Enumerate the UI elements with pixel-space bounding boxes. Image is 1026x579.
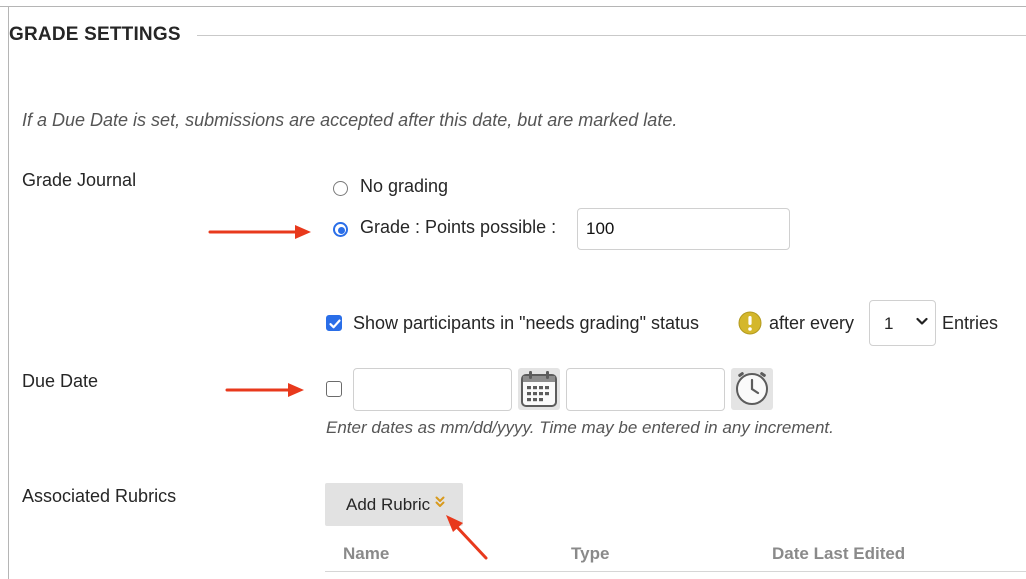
frame-top-border — [0, 6, 1026, 7]
double-chevron-down-icon — [435, 496, 445, 507]
calendar-icon — [521, 371, 557, 407]
exclamation-icon — [738, 311, 762, 335]
column-header-date-last-edited[interactable]: Date Last Edited — [772, 544, 905, 564]
checkmark-icon — [329, 319, 341, 329]
annotation-arrow-due-date — [225, 383, 304, 397]
clock-button[interactable] — [731, 368, 773, 410]
associated-rubrics-label: Associated Rubrics — [22, 486, 177, 506]
annotation-arrow-grade — [208, 225, 311, 239]
due-date-label: Due Date — [22, 371, 99, 391]
clock-icon — [736, 372, 768, 405]
no-grading-radio[interactable] — [333, 181, 348, 196]
entries-select-value: 1 — [884, 314, 894, 333]
entries-label: Entries — [942, 313, 999, 333]
section-title: GRADE SETTINGS — [9, 24, 181, 45]
due-time-input[interactable] — [566, 368, 725, 411]
grade-journal-label: Grade Journal — [22, 170, 137, 190]
frame-left-border — [8, 6, 9, 579]
annotation-arrow-add-rubric — [446, 515, 488, 560]
section-divider — [197, 35, 1026, 36]
after-every-label: after every — [769, 313, 855, 333]
grade-points-radio[interactable] — [333, 222, 348, 237]
column-header-name[interactable]: Name — [343, 544, 389, 564]
chevron-down-icon — [916, 317, 928, 325]
grade-points-label[interactable]: Grade : Points possible : — [360, 217, 556, 238]
no-grading-label[interactable]: No grading — [360, 176, 448, 197]
needs-grading-label: Show participants in "needs grading" sta… — [353, 313, 699, 333]
needs-grading-checkbox[interactable] — [326, 315, 342, 331]
entries-select[interactable]: 1 — [869, 300, 936, 346]
due-date-notice: If a Due Date is set, submissions are ac… — [22, 110, 678, 130]
points-possible-input[interactable]: 100 — [577, 208, 790, 250]
calendar-button[interactable] — [518, 368, 560, 410]
date-format-hint: Enter dates as mm/dd/yyyy. Time may be e… — [326, 418, 834, 437]
table-header-rule — [325, 571, 1026, 572]
add-rubric-label: Add Rubric — [346, 495, 431, 514]
due-date-input[interactable] — [353, 368, 512, 411]
due-date-checkbox[interactable] — [326, 381, 342, 397]
column-header-type[interactable]: Type — [571, 544, 609, 564]
